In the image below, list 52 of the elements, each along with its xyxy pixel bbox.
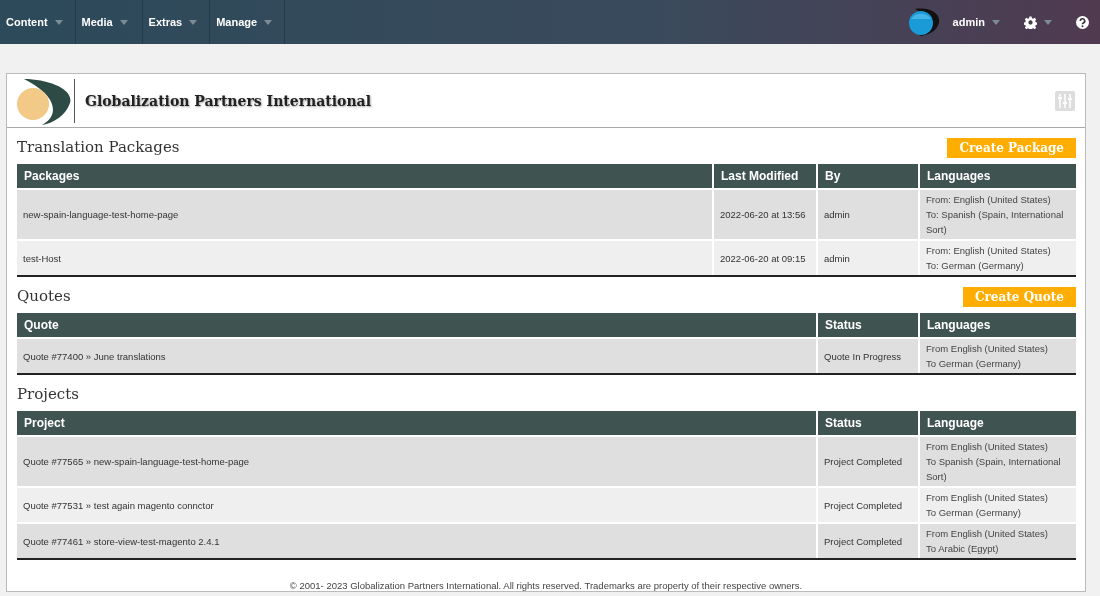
column-header: Quote (17, 313, 816, 337)
table-cell: test-Host (17, 239, 712, 275)
company-logo (14, 76, 72, 125)
column-header: By (816, 164, 918, 188)
column-header: Status (816, 411, 918, 435)
languages-cell: From: English (United States) To: Spanish (Spain, International Sort) (918, 188, 1076, 239)
column-header: Project (17, 411, 816, 435)
nav-menu[interactable]: Manage (210, 0, 286, 44)
table-cell: 2022-06-20 at 09:15 (712, 239, 816, 275)
column-header: Languages (918, 313, 1076, 337)
settings-icon (1024, 15, 1037, 29)
caret-icon (1044, 19, 1052, 25)
avatar-icon (906, 7, 941, 37)
nav-menu[interactable]: Content (0, 0, 76, 44)
caret-icon (264, 19, 273, 25)
column-header: Languages (918, 164, 1076, 188)
languages-cell: From English (United States) To Arabic (Egypt) (918, 522, 1076, 558)
table-cell: Quote #77531 » test again magento connctor (17, 486, 816, 522)
table-cell: new-spain-language-test-home-page (17, 188, 712, 239)
user-menu[interactable]: admin (952, 16, 1000, 28)
table-cell: Quote #77461 » store-view-test-magento 2.4.1 (17, 522, 816, 558)
table-cell: admin (816, 239, 918, 275)
column-header: Last Modified (712, 164, 816, 188)
table-cell: admin (816, 188, 918, 239)
column-header: Status (816, 313, 918, 337)
caret-icon (992, 19, 1000, 25)
copyright-text: © 2001- 2023 Globalization Partners International. All rights reserved. Trademarks are property of their respective owners. (288, 580, 804, 591)
table-cell: Project Completed (816, 522, 918, 558)
table-cell: Project Completed (816, 486, 918, 522)
table-cell: Project Completed (816, 435, 918, 486)
languages-cell: From English (United States) To German (Germany) (918, 337, 1076, 373)
help-icon[interactable] (1076, 15, 1089, 29)
caret-icon (54, 19, 63, 25)
languages-cell: From: English (United States) To: German (Germany) (918, 239, 1076, 275)
sliders-icon[interactable] (1055, 90, 1075, 111)
caret-icon (189, 19, 198, 25)
table-cell: Quote #77565 » new-spain-language-test-home-page (17, 435, 816, 486)
section-title: Translation Packages (17, 138, 180, 156)
table-cell: Quote In Progress (816, 337, 918, 373)
settings-menu[interactable] (1024, 15, 1052, 29)
column-header: Language (918, 411, 1076, 435)
languages-cell: From English (United States) To Spanish (Spain, International Sort) (918, 435, 1076, 486)
languages-cell: From English (United States) To German (Germany) (918, 486, 1076, 522)
caret-icon (119, 19, 128, 25)
table-cell: Quote #77400 » June translations (17, 337, 816, 373)
section-title: Quotes (17, 287, 71, 305)
nav-menu[interactable]: Extras (142, 0, 211, 44)
nav-menu[interactable]: Media (75, 0, 143, 44)
table-cell: 2022-06-20 at 13:56 (712, 188, 816, 239)
company-name: Globalization Partners International (85, 92, 372, 109)
column-header: Packages (17, 164, 712, 188)
section-title: Projects (17, 385, 79, 403)
